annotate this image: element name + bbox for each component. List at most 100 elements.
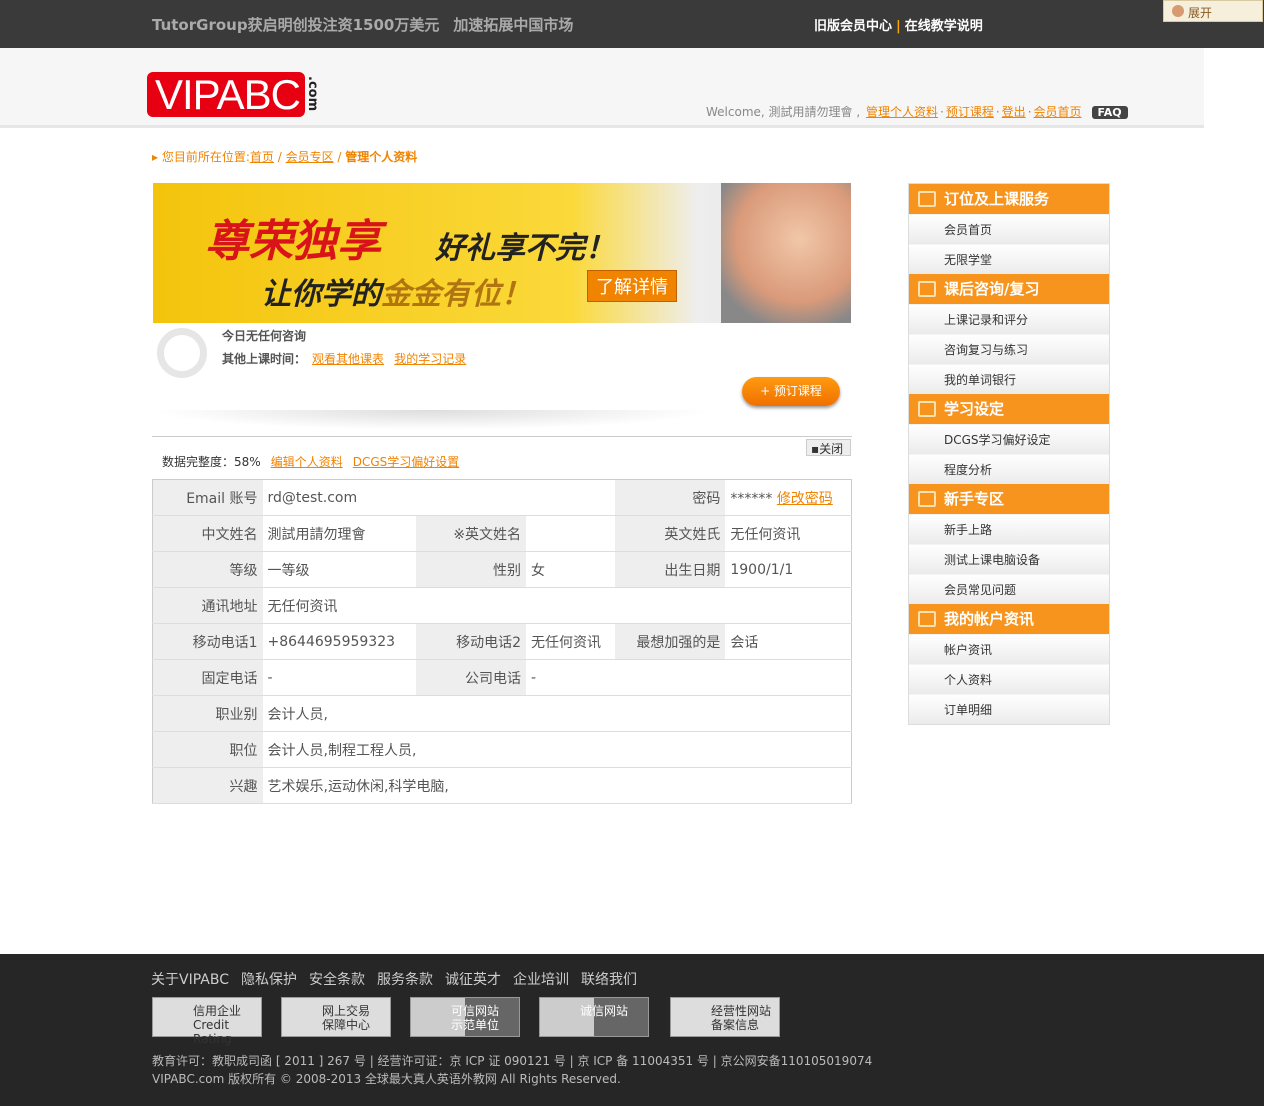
breadcrumb-prefix: 您目前所在位置:: [161, 150, 250, 164]
close-button[interactable]: ▪关闭: [806, 439, 851, 456]
occupation-value: 会计人员,: [262, 695, 852, 732]
breadcrumb: ▸ 您目前所在位置:首页 / 会员专区 / 管理个人资料: [152, 150, 418, 164]
footer-links: 关于VIPABC 隐私保护 安全条款 服务条款 诚征英才 企业培训 联络我们: [151, 969, 649, 989]
old-member-center-link[interactable]: 旧版会员中心: [814, 19, 892, 34]
sidebar-item[interactable]: 程度分析: [909, 454, 1109, 484]
sidebar-section-title: 新手专区: [944, 490, 1005, 508]
banner-text: 金金有位！: [381, 277, 531, 312]
sidebar-item[interactable]: 咨询复习与练习: [909, 334, 1109, 364]
logout-link[interactable]: 登出: [1002, 105, 1026, 119]
expand-button[interactable]: 展开: [1163, 0, 1263, 22]
sidebar-section-header[interactable]: 订位及上课服务: [909, 184, 1109, 214]
sidebar-item[interactable]: 新手上路: [909, 514, 1109, 544]
sidebar-item[interactable]: 订单明细: [909, 694, 1109, 724]
table-row: 职业别 会计人员,: [152, 695, 852, 732]
other-times: 其他上课时间： 观看其他课表 我的学习记录: [222, 350, 466, 367]
book-icon: [918, 281, 936, 297]
sidebar-item[interactable]: 个人资料: [909, 664, 1109, 694]
license-info: 教育许可：教职成司函 [ 2011 ] 267 号 | 经营许可证：京 ICP …: [152, 1052, 872, 1088]
hobby-value: 艺术娱乐,运动休闲,科学电脑,: [262, 767, 852, 804]
banner-subhead: 好礼享不完！: [435, 231, 615, 266]
trust-badge[interactable]: 信用企业 Credit Rating: [152, 997, 262, 1046]
alarm-clock-icon: [157, 328, 207, 378]
completeness-label: 数据完整度：: [162, 455, 235, 469]
sidebar-section-title: 课后咨询/复习: [944, 280, 1040, 298]
sidebar-item[interactable]: 会员常见问题: [909, 574, 1109, 604]
change-password-link[interactable]: 修改密码: [777, 491, 833, 507]
faq-button[interactable]: FAQ: [1091, 106, 1128, 119]
promo-banner[interactable]: 尊荣独享 好礼享不完！ 让你学的金金有位！ 了解详情: [153, 183, 851, 323]
license-text: 教育许可：教职成司函 [ 2011 ] 267 号 | 经营许可证：京 ICP …: [152, 1054, 873, 1068]
sidebar-section-header[interactable]: 学习设定: [909, 394, 1109, 424]
table-row: 固定电话 - 公司电话 -: [152, 659, 852, 696]
field-label: 出生日期: [615, 551, 726, 588]
breadcrumb-section[interactable]: 会员专区: [286, 150, 334, 164]
study-record-link[interactable]: 我的学习记录: [394, 352, 466, 366]
field-label: 等级: [152, 551, 263, 588]
breadcrumb-current: 管理个人资料: [345, 150, 418, 164]
divider-shadow: [152, 410, 712, 430]
sidebar-item[interactable]: 我的单词银行: [909, 364, 1109, 394]
focus-value: 会话: [725, 623, 852, 660]
sidebar-item[interactable]: 无限学堂: [909, 244, 1109, 274]
book-course-link[interactable]: 预订课程: [946, 105, 994, 119]
member-home-link[interactable]: 会员首页: [1034, 105, 1082, 119]
trust-badge[interactable]: 可信网站 示范单位: [410, 997, 520, 1037]
field-label: 移动电话1: [152, 623, 263, 660]
sidebar-section-header[interactable]: 课后咨询/复习: [909, 274, 1109, 304]
banner-text: 让你学的: [261, 277, 381, 312]
megaphone-icon: [918, 491, 936, 507]
field-label: 中文姓名: [152, 515, 263, 552]
news-headline[interactable]: TutorGroup获启明创投注资1500万美元 加速拓展中国市场: [152, 14, 587, 35]
edit-profile-link[interactable]: 编辑个人资料: [271, 455, 343, 469]
sidebar-section-title: 我的帐户资讯: [944, 610, 1035, 628]
footer-link[interactable]: 服务条款: [377, 972, 433, 988]
manage-profile-link[interactable]: 管理个人资料: [866, 105, 938, 119]
footer-link[interactable]: 企业培训: [513, 972, 569, 988]
copyright-text: VIPABC.com 版权所有 © 2008-2013 全球最大真人英语外教网 …: [152, 1072, 621, 1086]
table-row: 等级 一等级 性别女出生日期 1900/1/1: [152, 551, 852, 588]
footer-link[interactable]: 安全条款: [309, 972, 365, 988]
news-text[interactable]: 加速拓展中国市场: [453, 16, 573, 34]
field-label: 密码: [615, 479, 726, 516]
field-label: 性别: [416, 551, 527, 588]
online-help-link[interactable]: 在线教学说明: [905, 19, 983, 34]
field-label: Email 账号: [152, 479, 263, 516]
banner-line3: 让你学的金金有位！: [261, 269, 531, 313]
other-times-label: 其他上课时间：: [222, 352, 307, 366]
breadcrumb-home[interactable]: 首页: [250, 150, 274, 164]
sidebar-section-title: 订位及上课服务: [944, 190, 1050, 208]
trust-badge[interactable]: 网上交易 保障中心: [281, 997, 391, 1037]
sidebar-item[interactable]: DCGS学习偏好设定: [909, 424, 1109, 454]
badge-text: 保障中心: [322, 1018, 371, 1032]
logo[interactable]: VIPABC: [147, 72, 305, 117]
gender-value: 女: [526, 551, 616, 588]
table-row: 职位 会计人员,制程工程人员,: [152, 731, 852, 768]
footer-link[interactable]: 诚征英才: [445, 972, 501, 988]
news-text[interactable]: TutorGroup获启明创投注资1500万美元: [152, 16, 439, 34]
learn-more-button[interactable]: 了解详情: [587, 270, 677, 302]
badge-text: 备案信息: [711, 1018, 760, 1032]
trust-badge[interactable]: 经营性网站 备案信息: [670, 997, 780, 1037]
sidebar-section-header[interactable]: 新手专区: [909, 484, 1109, 514]
footer-link[interactable]: 联络我们: [581, 972, 637, 988]
welcome-text: Welcome, 測試用請勿理會 ,: [706, 105, 861, 119]
sidebar-item[interactable]: 帐户资讯: [909, 634, 1109, 664]
badge-text: 网上交易: [322, 1004, 371, 1018]
password-value: ******: [730, 490, 773, 507]
sidebar-item[interactable]: 测试上课电脑设备: [909, 544, 1109, 574]
sidebar-item[interactable]: 会员首页: [909, 214, 1109, 244]
badge-text: 经营性网站: [711, 1004, 772, 1018]
dcgs-settings-link[interactable]: DCGS学习偏好设置: [353, 455, 460, 469]
trust-badge[interactable]: 诚信网站: [539, 997, 649, 1037]
book-course-button[interactable]: + 预订课程: [742, 377, 840, 406]
footer-link[interactable]: 关于VIPABC: [151, 972, 229, 988]
sidebar-section-header[interactable]: 我的帐户资讯: [909, 604, 1109, 634]
sidebar-item[interactable]: 上课记录和评分: [909, 304, 1109, 334]
expand-label: 展开: [1188, 6, 1213, 20]
banner-photo: [721, 183, 851, 323]
footer-link[interactable]: 隐私保护: [241, 972, 297, 988]
view-schedule-link[interactable]: 观看其他课表: [312, 352, 384, 366]
field-label: 职位: [152, 731, 263, 768]
field-label: 最想加强的是: [615, 623, 726, 660]
